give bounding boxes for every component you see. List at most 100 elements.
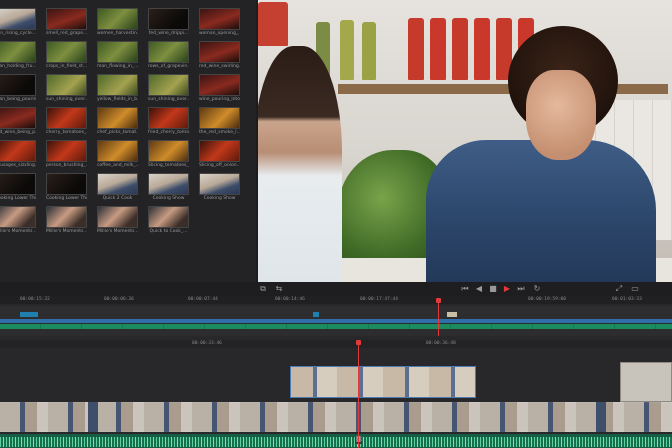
clip-thumbnail[interactable]: [148, 206, 189, 228]
clip-thumbnail[interactable]: [0, 74, 36, 96]
timecode-label: 00:00:15:32: [20, 297, 50, 302]
media-clip[interactable]: cherry_tomatoes_...: [46, 107, 87, 139]
timeline[interactable]: 00:00:15:32 00:00:06:36 00:00:07:44 00:0…: [0, 296, 672, 448]
clip-thumbnail[interactable]: [97, 206, 138, 228]
media-clip[interactable]: Cooking Lower Thi...: [0, 173, 36, 205]
media-clip[interactable]: man_being_pourin...: [0, 74, 36, 106]
clip-thumbnail[interactable]: [0, 41, 36, 63]
clip-thumbnail[interactable]: [199, 41, 240, 63]
split-screen-icon[interactable]: ▭: [630, 284, 640, 294]
clip-thumbnail[interactable]: [148, 41, 189, 63]
media-clip[interactable]: fried_cherry_toma...: [148, 107, 189, 139]
media-clip[interactable]: Millie's Moments ...: [0, 206, 36, 238]
timeline-clip-v1[interactable]: [0, 402, 672, 432]
clip-thumbnail[interactable]: [46, 74, 87, 96]
media-clip[interactable]: the_red_smoke_l...: [199, 107, 240, 139]
media-clip[interactable]: Millie's Moments ...: [46, 206, 87, 238]
media-clip[interactable]: sun_shining_over...: [46, 74, 87, 106]
clip-thumbnail[interactable]: [148, 107, 189, 129]
media-clip[interactable]: sausages_sizzling...: [0, 140, 36, 172]
step-forward-icon[interactable]: ⏭: [516, 284, 526, 294]
overview-video-track: [0, 319, 672, 323]
media-clip[interactable]: chef_picks_tomat...: [97, 107, 138, 139]
clip-thumbnail[interactable]: [0, 8, 36, 30]
media-clip[interactable]: smell_red_grape...: [46, 8, 87, 40]
media-clip[interactable]: woman_opening_...: [199, 8, 240, 40]
transition-marker[interactable]: [88, 402, 98, 432]
media-clip[interactable]: Cooking Show: [199, 173, 240, 205]
transition-marker[interactable]: [596, 402, 606, 432]
clip-thumbnail[interactable]: [46, 41, 87, 63]
media-clip[interactable]: Quick to Cook_...: [148, 206, 189, 238]
clip-thumbnail[interactable]: [97, 173, 138, 195]
timeline-ruler[interactable]: 00:00:33:46 00:00:36:48: [0, 340, 672, 348]
media-clip[interactable]: coffee_and_milk_...: [97, 140, 138, 172]
clip-thumbnail[interactable]: [0, 140, 36, 162]
media-clip[interactable]: sun_shining_over...: [148, 74, 189, 106]
clip-name: coffee_and_milk_...: [97, 163, 138, 168]
fullscreen-icon[interactable]: ⤢: [614, 284, 624, 294]
overview-clip[interactable]: [313, 312, 319, 317]
clip-thumbnail[interactable]: [46, 107, 87, 129]
media-clip[interactable]: yellow_fields_in_b...: [97, 74, 138, 106]
media-clip[interactable]: women_harvestin...: [97, 8, 138, 40]
media-clip[interactable]: person_brushing_...: [46, 140, 87, 172]
clip-thumbnail[interactable]: [148, 8, 189, 30]
media-clip[interactable]: rows_of_grapevin...: [148, 41, 189, 73]
clip-thumbnail[interactable]: [46, 206, 87, 228]
clip-thumbnail[interactable]: [199, 173, 240, 195]
overview-clip[interactable]: [20, 312, 38, 317]
timeline-playhead[interactable]: [358, 340, 359, 448]
clip-thumbnail[interactable]: [97, 140, 138, 162]
clip-thumbnail[interactable]: [199, 140, 240, 162]
overview-ruler[interactable]: 00:00:15:32 00:00:06:36 00:00:07:44 00:0…: [0, 296, 672, 304]
timeline-clip-v2[interactable]: [290, 366, 476, 398]
clip-thumbnail[interactable]: [199, 107, 240, 129]
media-clip[interactable]: Millie's Moments ...: [97, 206, 138, 238]
media-clip[interactable]: man_flowing_in_...: [97, 41, 138, 73]
clip-thumbnail[interactable]: [46, 8, 87, 30]
clip-thumbnail[interactable]: [97, 74, 138, 96]
overview-clip[interactable]: [447, 312, 457, 317]
clip-thumbnail[interactable]: [97, 41, 138, 63]
audio-waveform[interactable]: [0, 437, 672, 447]
clip-thumbnail[interactable]: [46, 140, 87, 162]
step-back-icon[interactable]: ◀: [474, 284, 484, 294]
play-icon[interactable]: ▶: [502, 284, 512, 294]
media-clip[interactable]: Slicing_tomatoes_...: [148, 140, 189, 172]
clip-thumbnail[interactable]: [0, 107, 36, 129]
loop-icon[interactable]: ↻: [532, 284, 542, 294]
clip-thumbnail[interactable]: [97, 107, 138, 129]
clip-thumbnail[interactable]: [0, 173, 36, 195]
overview-playhead-head[interactable]: [436, 298, 441, 303]
media-clip[interactable]: fed_wine_drippi...: [148, 8, 189, 40]
viewer-frame[interactable]: [258, 0, 672, 282]
media-clip[interactable]: Cooking Show: [148, 173, 189, 205]
stop-icon[interactable]: ■: [488, 284, 498, 294]
skip-back-icon[interactable]: ⏮: [460, 284, 470, 294]
clip-thumbnail[interactable]: [0, 206, 36, 228]
media-clip[interactable]: man_holding_fru...: [0, 41, 36, 73]
media-clip[interactable]: Cooking Lower Thi...: [46, 173, 87, 205]
media-clip[interactable]: Slicing_off_onion...: [199, 140, 240, 172]
timeline-title-clip[interactable]: [620, 362, 672, 402]
clip-thumbnail[interactable]: [199, 8, 240, 30]
media-clip[interactable]: red_wine_swirling...: [199, 41, 240, 73]
clip-thumbnail[interactable]: [148, 140, 189, 162]
clip-name: person_brushing_...: [46, 163, 87, 168]
overview-playhead[interactable]: [438, 298, 439, 336]
clip-thumbnail[interactable]: [148, 173, 189, 195]
clip-name: Millie's Moments ...: [46, 229, 87, 234]
timecode-label: 00:01:03:33: [612, 297, 642, 302]
media-clip[interactable]: Quick 2 Cook: [97, 173, 138, 205]
media-clip[interactable]: wine_pouring_into...: [199, 74, 240, 106]
clip-thumbnail[interactable]: [97, 8, 138, 30]
clip-thumbnail[interactable]: [148, 74, 189, 96]
media-clip[interactable]: red_wine_being_p...: [0, 107, 36, 139]
clip-thumbnail[interactable]: [46, 173, 87, 195]
clip-name: Cooking Lower Thi...: [46, 196, 87, 201]
timeline-playhead-head[interactable]: [356, 340, 361, 345]
media-clip[interactable]: crops_in_field_st...: [46, 41, 87, 73]
media-clip[interactable]: sun_rising_cycle...: [0, 8, 36, 40]
clip-thumbnail[interactable]: [199, 74, 240, 96]
